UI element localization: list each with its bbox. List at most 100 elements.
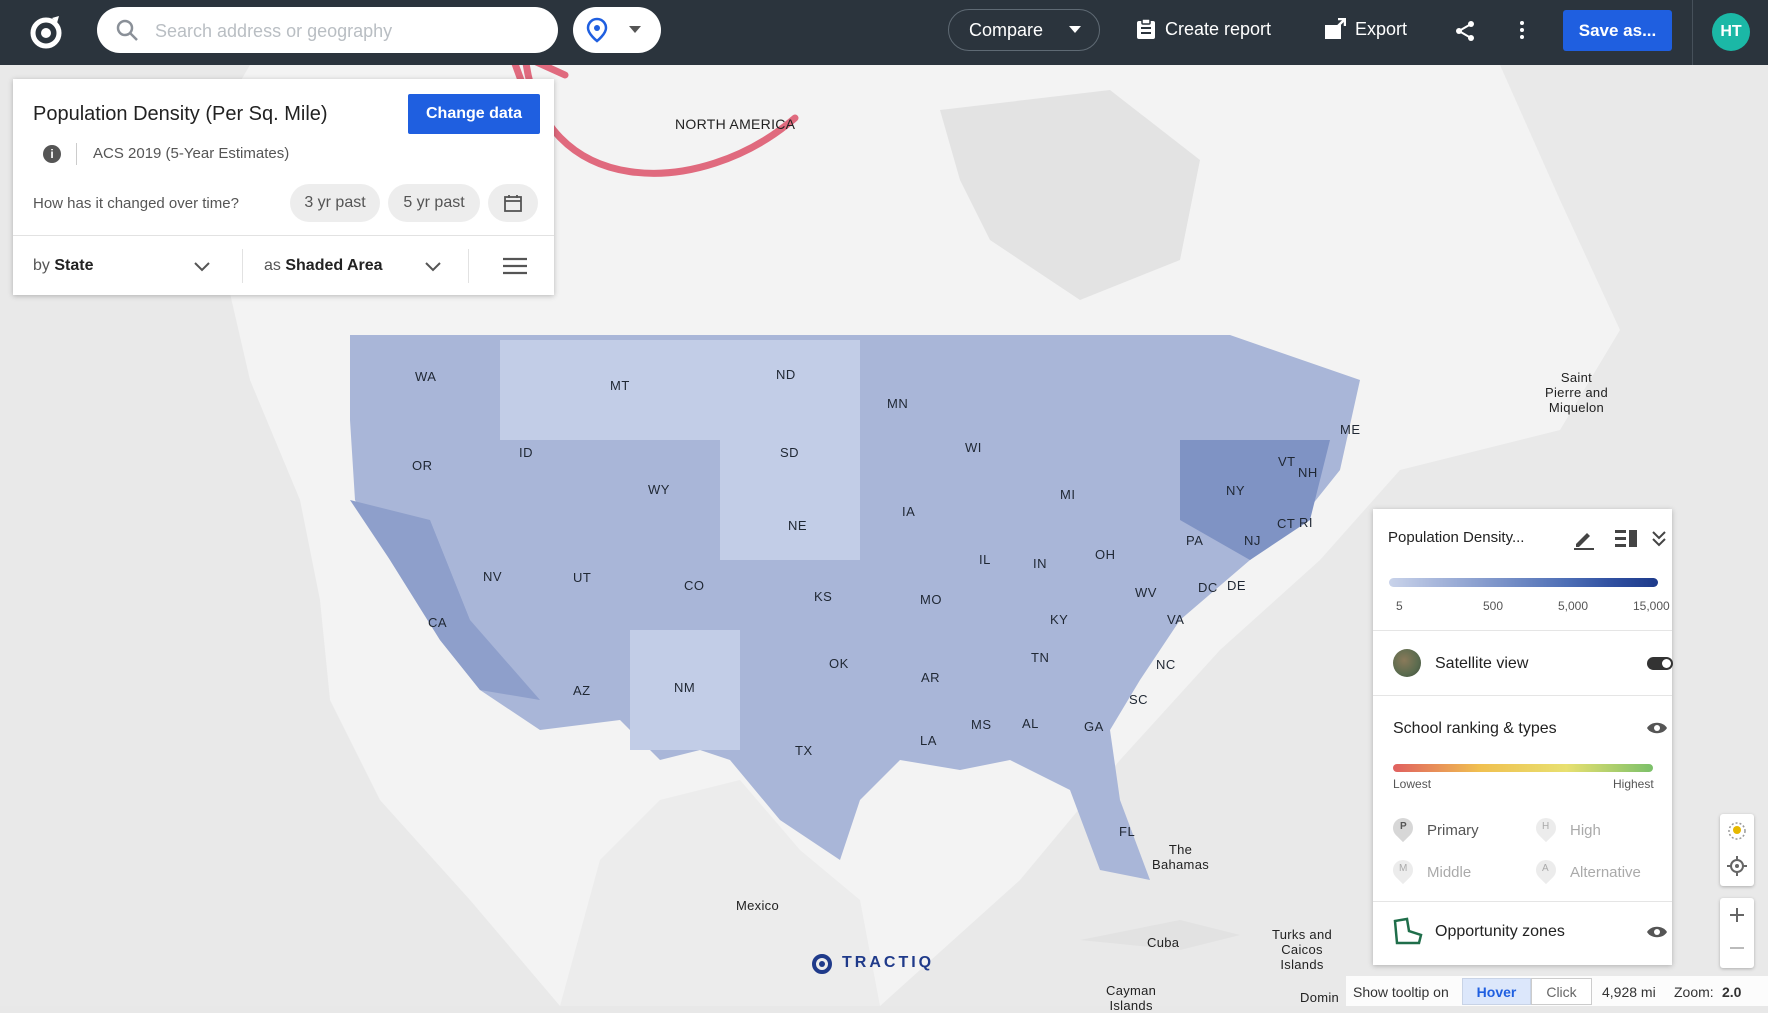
state-label-pa[interactable]: PA bbox=[1186, 533, 1203, 548]
state-label-la[interactable]: LA bbox=[920, 733, 937, 748]
past-5yr-button[interactable]: 5 yr past bbox=[388, 184, 480, 222]
zoom-label: Zoom: bbox=[1674, 984, 1714, 1000]
state-label-nh[interactable]: NH bbox=[1298, 465, 1318, 480]
chevron-down-icon bbox=[629, 26, 641, 33]
change-data-button[interactable]: Change data bbox=[408, 94, 540, 134]
satellite-view-label: Satellite view bbox=[1435, 655, 1529, 672]
state-label-ut[interactable]: UT bbox=[573, 570, 591, 585]
map-pin-icon bbox=[586, 17, 608, 43]
pencil-icon[interactable] bbox=[1573, 528, 1595, 550]
state-label-co[interactable]: CO bbox=[684, 578, 705, 593]
state-label-ia[interactable]: IA bbox=[902, 504, 915, 519]
tooltip-hover-option[interactable]: Hover bbox=[1462, 978, 1531, 1005]
state-label-wa[interactable]: WA bbox=[415, 369, 436, 384]
state-label-ar[interactable]: AR bbox=[921, 670, 940, 685]
state-label-al[interactable]: AL bbox=[1022, 716, 1039, 731]
state-label-ky[interactable]: KY bbox=[1050, 612, 1068, 627]
state-label-ks[interactable]: KS bbox=[814, 589, 832, 604]
chevron-double-down-icon[interactable] bbox=[1652, 531, 1666, 547]
state-label-ok[interactable]: OK bbox=[829, 656, 849, 671]
state-label-nc[interactable]: NC bbox=[1156, 657, 1176, 672]
info-icon[interactable]: i bbox=[43, 145, 61, 163]
share-button[interactable] bbox=[1454, 20, 1476, 42]
eye-icon[interactable] bbox=[1646, 721, 1668, 735]
state-label-mi[interactable]: MI bbox=[1060, 487, 1075, 502]
state-label-az[interactable]: AZ bbox=[573, 683, 591, 698]
state-label-sc[interactable]: SC bbox=[1129, 692, 1148, 707]
zoom-controls bbox=[1720, 898, 1754, 968]
chevron-down-icon[interactable] bbox=[194, 262, 210, 272]
state-label-or[interactable]: OR bbox=[412, 458, 433, 473]
state-label-me[interactable]: ME bbox=[1340, 422, 1361, 437]
school-type-letter: A bbox=[1542, 863, 1549, 874]
school-type-primary[interactable]: Primary bbox=[1427, 822, 1479, 839]
state-label-ga[interactable]: GA bbox=[1084, 719, 1104, 734]
state-label-oh[interactable]: OH bbox=[1095, 547, 1116, 562]
export-button[interactable]: Export bbox=[1324, 18, 1407, 40]
school-type-alternative[interactable]: Alternative bbox=[1570, 864, 1641, 881]
user-avatar[interactable]: HT bbox=[1712, 13, 1750, 51]
hamburger-menu-icon[interactable] bbox=[503, 257, 527, 275]
state-label-nm[interactable]: NM bbox=[674, 680, 695, 695]
app-logo-icon[interactable] bbox=[26, 14, 66, 50]
satellite-view-toggle[interactable] bbox=[1647, 657, 1673, 670]
continent-label: NORTH AMERICA bbox=[675, 116, 796, 132]
zoom-out-icon[interactable] bbox=[1730, 946, 1744, 950]
chevron-down-icon[interactable] bbox=[425, 262, 441, 272]
state-label-wi[interactable]: WI bbox=[965, 440, 982, 455]
legend-layout-icon[interactable] bbox=[1615, 529, 1637, 549]
state-label-ne[interactable]: NE bbox=[788, 518, 807, 533]
school-type-middle[interactable]: Middle bbox=[1427, 864, 1471, 881]
by-prefix: by bbox=[33, 257, 50, 274]
school-type-letter: P bbox=[1400, 821, 1407, 832]
state-label-va[interactable]: VA bbox=[1167, 612, 1184, 627]
state-label-ct[interactable]: CT bbox=[1277, 516, 1295, 531]
school-locate-icon[interactable] bbox=[1727, 821, 1747, 841]
compare-dropdown[interactable]: Compare bbox=[948, 9, 1100, 51]
map-status-bar: Show tooltip on Hover Click 4,928 mi Zoo… bbox=[1346, 976, 1768, 1006]
state-label-sd[interactable]: SD bbox=[780, 445, 799, 460]
as-prefix: as bbox=[264, 257, 281, 274]
school-type-high[interactable]: High bbox=[1570, 822, 1601, 839]
state-label-nv[interactable]: NV bbox=[483, 569, 502, 584]
state-label-wv[interactable]: WV bbox=[1135, 585, 1157, 600]
state-label-tn[interactable]: TN bbox=[1031, 650, 1049, 665]
state-label-il[interactable]: IL bbox=[979, 552, 991, 567]
eye-icon[interactable] bbox=[1646, 925, 1668, 939]
past-3yr-button[interactable]: 3 yr past bbox=[290, 184, 380, 222]
state-label-vt[interactable]: VT bbox=[1278, 454, 1296, 469]
create-report-button[interactable]: Create report bbox=[1136, 18, 1271, 40]
state-label-ca[interactable]: CA bbox=[428, 615, 447, 630]
crosshair-icon[interactable] bbox=[1727, 856, 1747, 876]
state-label-id[interactable]: ID bbox=[519, 445, 533, 460]
legend-tick: 500 bbox=[1483, 599, 1504, 613]
state-label-mt[interactable]: MT bbox=[610, 378, 630, 393]
state-label-nd[interactable]: ND bbox=[776, 367, 796, 382]
save-as-button[interactable]: Save as... bbox=[1563, 10, 1672, 51]
state-label-tx[interactable]: TX bbox=[795, 743, 813, 758]
tooltip-click-option[interactable]: Click bbox=[1531, 978, 1592, 1005]
legend-tick: 15,000 bbox=[1633, 599, 1670, 613]
zoom-in-icon[interactable] bbox=[1730, 908, 1744, 922]
state-label-dc[interactable]: DC bbox=[1198, 580, 1218, 595]
location-dropdown-button[interactable] bbox=[573, 7, 661, 53]
state-label-ri[interactable]: RI bbox=[1299, 515, 1313, 530]
place-label-cayman: Cayman Islands bbox=[1106, 983, 1157, 1013]
state-label-mo[interactable]: MO bbox=[920, 592, 942, 607]
state-label-wy[interactable]: WY bbox=[648, 482, 670, 497]
state-label-de[interactable]: DE bbox=[1227, 578, 1246, 593]
display-type-dropdown[interactable]: as Shaded Area bbox=[264, 257, 383, 275]
calendar-button[interactable] bbox=[488, 184, 538, 222]
state-label-nj[interactable]: NJ bbox=[1244, 533, 1261, 548]
state-label-in[interactable]: IN bbox=[1033, 556, 1047, 571]
state-label-mn[interactable]: MN bbox=[887, 396, 908, 411]
state-label-fl[interactable]: FL bbox=[1119, 824, 1135, 839]
search-input[interactable] bbox=[153, 15, 547, 47]
state-label-ny[interactable]: NY bbox=[1226, 483, 1245, 498]
by-geography-dropdown[interactable]: by State bbox=[33, 257, 93, 275]
search-bar[interactable] bbox=[97, 7, 558, 53]
more-options-button[interactable] bbox=[1519, 20, 1525, 40]
legend-panel: Population Density... 5 500 5,000 15,000… bbox=[1373, 509, 1673, 965]
panel-title: Population Density (Per Sq. Mile) bbox=[33, 103, 328, 125]
state-label-ms[interactable]: MS bbox=[971, 717, 992, 732]
